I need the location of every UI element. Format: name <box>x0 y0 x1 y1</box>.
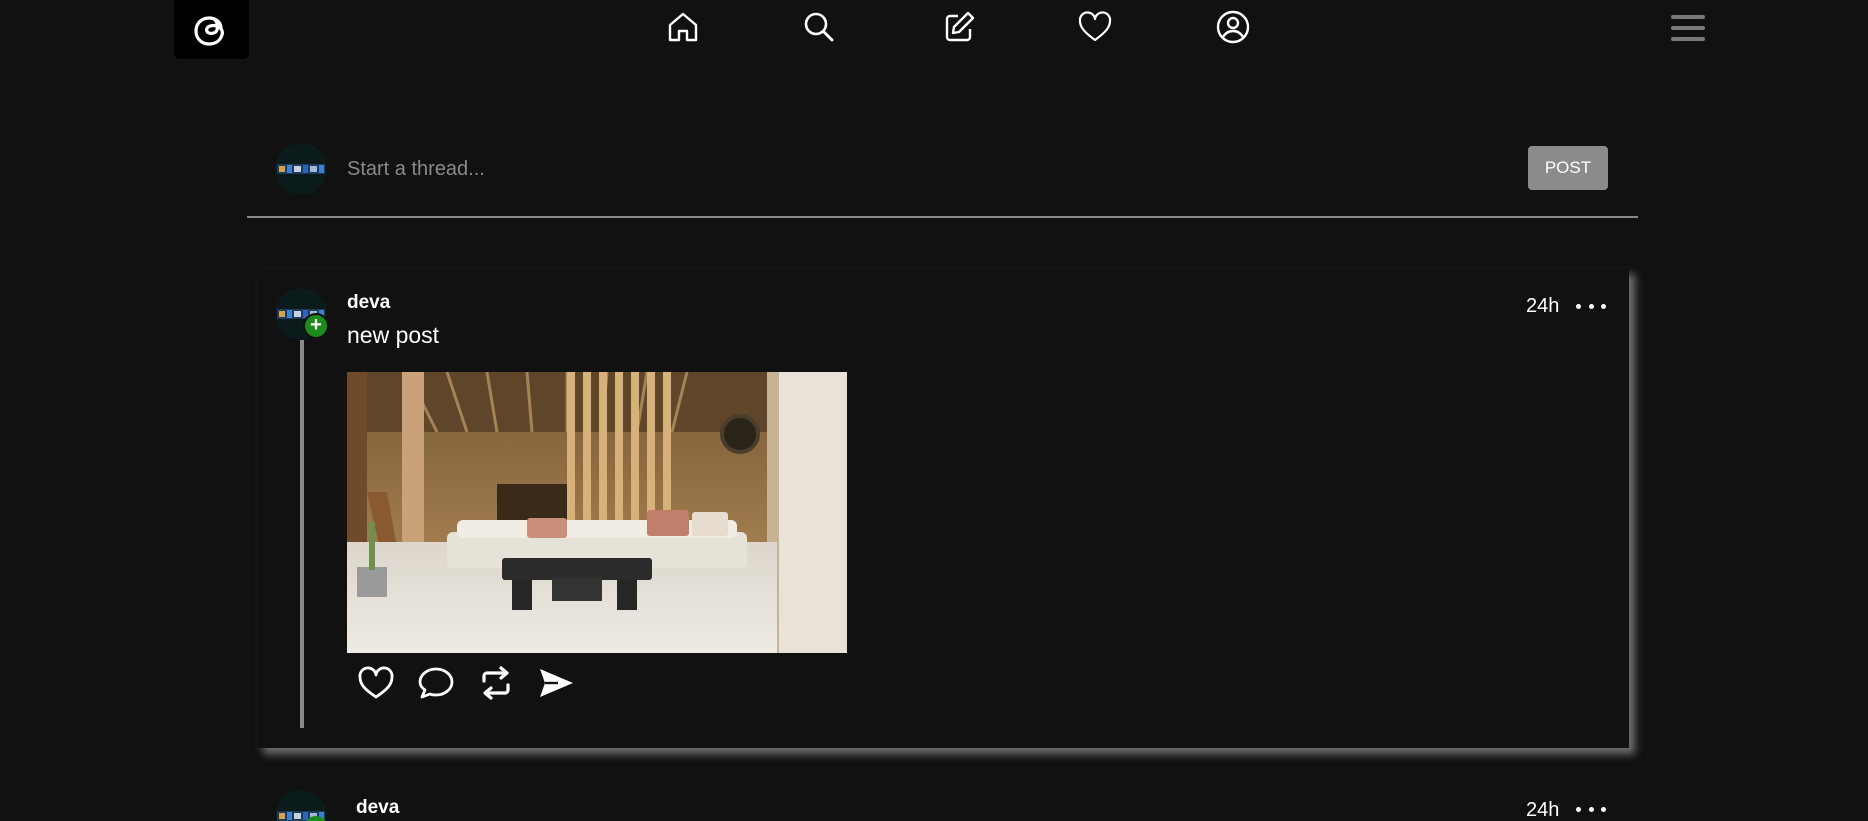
post-author-avatar[interactable]: + <box>275 288 329 340</box>
post-timestamp: 24h <box>1526 799 1560 821</box>
repost-icon[interactable] <box>474 663 518 703</box>
home-icon[interactable] <box>664 8 702 46</box>
post-username[interactable]: deva <box>347 292 390 314</box>
more-options-icon[interactable] <box>1576 799 1606 819</box>
post-image[interactable] <box>347 372 847 653</box>
more-options-icon[interactable] <box>1576 296 1606 316</box>
threads-logo-icon[interactable] <box>174 0 249 59</box>
comment-icon[interactable] <box>414 663 458 703</box>
post-button[interactable]: POST <box>1528 146 1608 190</box>
post-timestamp: 24h <box>1526 295 1560 317</box>
post-author-avatar[interactable] <box>275 790 327 821</box>
profile-icon[interactable] <box>1214 8 1252 46</box>
post-username[interactable]: deva <box>356 797 399 819</box>
hamburger-menu-icon[interactable] <box>1669 12 1707 44</box>
like-icon[interactable] <box>354 663 398 703</box>
thread-line <box>300 340 304 728</box>
heart-icon[interactable] <box>1076 8 1114 46</box>
composer-divider <box>247 216 1638 218</box>
post-text: new post <box>347 322 440 348</box>
thread-composer-input[interactable] <box>347 151 1497 187</box>
follow-plus-icon[interactable]: + <box>303 313 329 339</box>
search-icon[interactable] <box>800 8 838 46</box>
compose-icon[interactable] <box>940 8 978 46</box>
user-avatar[interactable] <box>275 143 327 195</box>
threads-app: POST + deva new post 24h <box>0 0 1868 821</box>
share-icon[interactable] <box>534 663 578 703</box>
